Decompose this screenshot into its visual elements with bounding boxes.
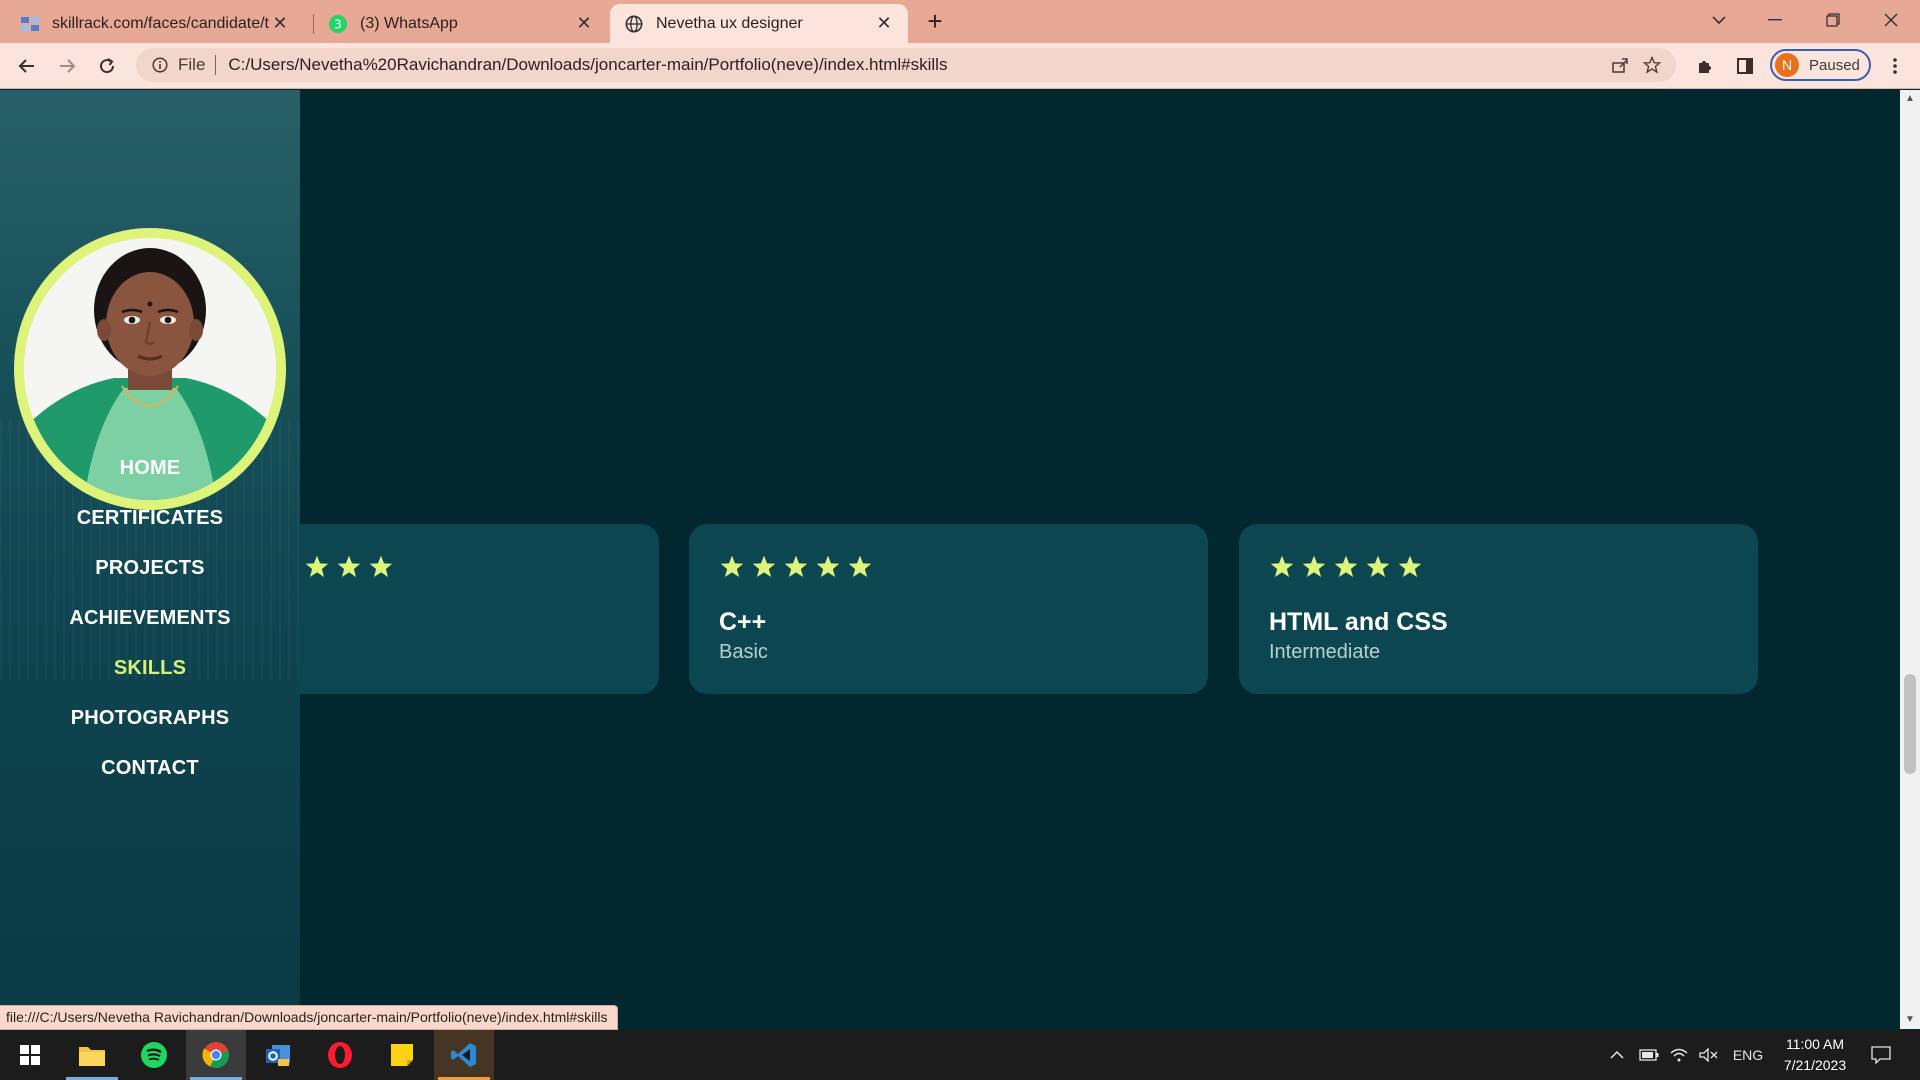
outlook-icon[interactable] (248, 1030, 308, 1080)
portfolio-page: C++ Basic HTML and CSS Intermediate HOME… (0, 90, 1900, 1029)
new-tab-button[interactable]: + (921, 8, 949, 36)
skillrack-favicon-icon (20, 14, 40, 34)
star-icon (1334, 555, 1358, 577)
scroll-down-icon[interactable]: ▼ (1900, 1011, 1920, 1029)
globe-icon (624, 14, 644, 34)
browser-tab-strip: skillrack.com/faces/candidate/tra ✕ 3 (3… (0, 0, 1920, 43)
vscode-icon[interactable] (434, 1030, 494, 1080)
star-icon (752, 555, 776, 577)
profile-button[interactable]: N Paused (1770, 49, 1871, 81)
profile-avatar: N (1775, 53, 1799, 77)
address-bar[interactable]: File C:/Users/Nevetha%20Ravichandran/Dow… (136, 48, 1676, 82)
back-button[interactable] (12, 51, 42, 81)
bookmark-star-icon[interactable] (1636, 50, 1668, 80)
star-icon (784, 555, 808, 577)
close-tab-icon[interactable]: ✕ (574, 13, 594, 34)
star-icon (1366, 555, 1390, 577)
nav-skills[interactable]: SKILLS (0, 657, 300, 680)
reload-button[interactable] (92, 51, 122, 81)
battery-icon[interactable] (1636, 1030, 1662, 1080)
tab-search-icon[interactable] (1696, 4, 1742, 36)
star-icon (1302, 555, 1326, 577)
skill-card-cpp: C++ Basic (689, 524, 1208, 694)
star-icon (720, 555, 744, 577)
tab-nevetha-portfolio[interactable]: Nevetha ux designer ✕ (610, 4, 908, 43)
taskbar-clock[interactable]: 11:00 AM 7/21/2023 (1760, 1034, 1870, 1076)
nav-home[interactable]: HOME (0, 457, 300, 480)
share-icon[interactable] (1604, 50, 1636, 80)
skill-level: Intermediate (1269, 641, 1381, 663)
nav-photographs[interactable]: PHOTOGRAPHS (0, 707, 300, 730)
windows-taskbar: ENG 11:00 AM 7/21/2023 (0, 1030, 1920, 1080)
spotify-icon[interactable] (124, 1030, 184, 1080)
clock-time: 11:00 AM (1785, 1036, 1845, 1052)
star-icon (816, 555, 840, 577)
star-icon (337, 555, 361, 577)
page-scrollbar[interactable]: ▲ ▼ (1900, 90, 1920, 1029)
forward-button[interactable] (52, 51, 82, 81)
star-icon (1270, 555, 1294, 577)
scrollbar-thumb[interactable] (1904, 674, 1916, 774)
profile-status: Paused (1809, 56, 1860, 74)
chrome-icon[interactable] (186, 1030, 246, 1080)
whatsapp-icon: 3 (328, 14, 348, 34)
close-tab-icon[interactable]: ✕ (270, 13, 290, 34)
side-panel-icon[interactable] (1730, 51, 1760, 81)
nav-contact[interactable]: CONTACT (0, 757, 300, 780)
close-window-button[interactable] (1868, 4, 1914, 36)
scheme-label: File (178, 55, 206, 74)
tab-whatsapp[interactable]: 3 (3) WhatsApp ✕ (314, 4, 608, 43)
scroll-up-icon[interactable]: ▲ (1900, 90, 1920, 108)
clock-date: 7/21/2023 (1783, 1057, 1847, 1073)
tab-skillrack[interactable]: skillrack.com/faces/candidate/tra ✕ (6, 4, 304, 43)
browser-toolbar: File C:/Users/Nevetha%20Ravichandran/Dow… (0, 43, 1920, 89)
skill-card-html-css: HTML and CSS Intermediate (1239, 524, 1758, 694)
nav-achievements[interactable]: ACHIEVEMENTS (0, 607, 300, 630)
star-icon (369, 555, 393, 577)
windows-start-icon[interactable] (0, 1030, 60, 1080)
wifi-icon[interactable] (1666, 1030, 1692, 1080)
sticky-notes-icon[interactable] (372, 1030, 432, 1080)
link-status-bubble: file:///C:/Users/Nevetha Ravichandran/Do… (0, 1005, 619, 1030)
close-tab-icon[interactable]: ✕ (874, 13, 894, 34)
star-icon (305, 555, 329, 577)
nav-certificates[interactable]: CERTIFICATES (0, 507, 300, 530)
tab-title: skillrack.com/faces/candidate/tra (52, 14, 270, 32)
menu-kebab-icon[interactable] (1880, 51, 1910, 81)
star-rating (719, 554, 873, 580)
tab-title: Nevetha ux designer (656, 14, 803, 32)
whatsapp-badge: 3 (334, 17, 342, 31)
skill-name: C++ (719, 608, 767, 636)
skill-level: Basic (719, 641, 768, 663)
show-hidden-icons-chevron-icon[interactable] (1604, 1030, 1630, 1080)
extensions-puzzle-icon[interactable] (1690, 51, 1720, 81)
notifications-icon[interactable] (1866, 1030, 1896, 1080)
opera-icon[interactable] (310, 1030, 370, 1080)
restore-button[interactable] (1810, 4, 1856, 36)
star-rating (1269, 554, 1423, 580)
minimize-button[interactable] (1752, 4, 1798, 36)
sidebar: HOME CERTIFICATES PROJECTS ACHIEVEMENTS … (0, 90, 300, 1029)
star-icon (1398, 555, 1422, 577)
skill-name: HTML and CSS (1269, 608, 1448, 636)
volume-muted-icon[interactable] (1696, 1030, 1722, 1080)
star-icon (848, 555, 872, 577)
url-text[interactable]: C:/Users/Nevetha%20Ravichandran/Download… (228, 55, 1604, 75)
nav-projects[interactable]: PROJECTS (0, 557, 300, 580)
address-divider (215, 55, 217, 75)
file-explorer-icon[interactable] (62, 1030, 122, 1080)
tab-title: (3) WhatsApp (360, 14, 458, 32)
site-info-icon[interactable] (150, 55, 170, 75)
